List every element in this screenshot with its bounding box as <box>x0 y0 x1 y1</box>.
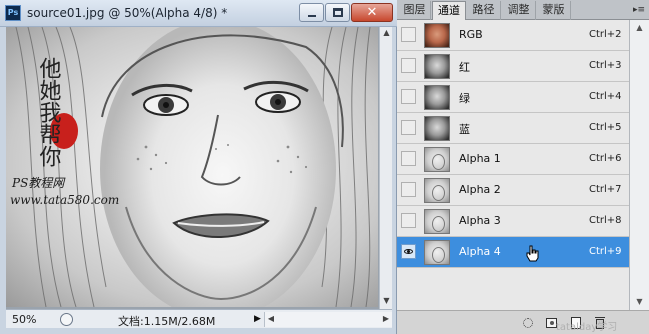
channel-row-green[interactable]: 绿 Ctrl+4 <box>397 82 629 113</box>
status-menu-arrow[interactable]: ▶ <box>254 313 262 325</box>
load-selection-button[interactable] <box>521 316 535 330</box>
channel-row-rgb[interactable]: RGB Ctrl+2 <box>397 20 629 51</box>
channel-name: 红 <box>459 61 470 74</box>
channel-name: Alpha 4 <box>459 245 501 258</box>
document-info: 文档:1.15M/2.68M <box>118 315 216 328</box>
scroll-down-arrow[interactable]: ▼ <box>381 295 392 307</box>
channel-row-red[interactable]: 红 Ctrl+3 <box>397 51 629 82</box>
watermark-url: www.tata580.com <box>10 193 119 207</box>
channel-thumbnail <box>424 209 450 234</box>
maximize-icon <box>333 8 343 17</box>
load-selection-icon <box>523 318 533 328</box>
channel-thumbnail <box>424 85 450 110</box>
minimize-icon <box>308 15 316 17</box>
channel-name: Alpha 1 <box>459 152 501 165</box>
photoshop-icon: Ps <box>5 5 21 21</box>
visibility-toggle[interactable] <box>401 58 416 73</box>
visibility-toggle[interactable] <box>401 27 416 42</box>
channel-shortcut: Ctrl+9 <box>589 246 622 257</box>
tab-channels[interactable]: 通道 <box>432 1 466 21</box>
document-window: Ps source01.jpg @ 50%(Alpha 4/8) * ✕ 他她我… <box>0 0 397 334</box>
panel-tabs: 图层 通道 路径 调整 蒙版 ▸≡ <box>397 0 649 21</box>
panel-scroll-down-arrow[interactable]: ▼ <box>634 296 645 308</box>
zoom-level[interactable]: 50% <box>12 313 52 326</box>
eye-icon <box>404 249 413 254</box>
panel-scrollbar[interactable]: ▲ ▼ <box>629 20 649 310</box>
channel-list: RGB Ctrl+2 红 Ctrl+3 绿 Ctrl+4 蓝 Ctrl+5 Al… <box>397 20 629 310</box>
channel-shortcut: Ctrl+7 <box>589 184 622 195</box>
visibility-toggle[interactable] <box>401 244 416 259</box>
close-icon: ✕ <box>366 5 378 20</box>
channel-shortcut: Ctrl+2 <box>589 29 622 40</box>
document-titlebar[interactable]: Ps source01.jpg @ 50%(Alpha 4/8) * ✕ <box>0 0 397 27</box>
channel-shortcut: Ctrl+6 <box>589 153 622 164</box>
channel-name: RGB <box>459 28 483 41</box>
status-bar: 50% 文档:1.15M/2.68M ▶ ◀ ▶ <box>6 309 392 328</box>
channel-thumbnail <box>424 178 450 203</box>
scroll-right-arrow[interactable]: ▶ <box>380 313 392 325</box>
close-button[interactable]: ✕ <box>351 3 393 22</box>
channel-thumbnail <box>424 240 450 265</box>
channel-name: Alpha 3 <box>459 214 501 227</box>
channels-panel: 图层 通道 路径 调整 蒙版 ▸≡ RGB Ctrl+2 红 Ctrl+3 绿 … <box>397 0 649 334</box>
hand-cursor-icon <box>526 245 539 262</box>
maximize-button[interactable] <box>325 3 350 22</box>
visibility-toggle[interactable] <box>401 213 416 228</box>
visibility-toggle[interactable] <box>401 151 416 166</box>
channel-thumbnail <box>424 54 450 79</box>
panel-scroll-up-arrow[interactable]: ▲ <box>634 22 645 34</box>
channel-thumbnail <box>424 23 450 48</box>
visibility-toggle[interactable] <box>401 182 416 197</box>
watermark-site: PS教程网 <box>11 176 66 190</box>
channel-shortcut: Ctrl+5 <box>589 122 622 133</box>
channel-shortcut: Ctrl+8 <box>589 215 622 226</box>
canvas-area[interactable]: 他她我帮你 PS教程网 www.tata580.com ▲ ▼ <box>6 27 392 309</box>
scroll-up-arrow[interactable]: ▲ <box>381 27 392 39</box>
visibility-toggle[interactable] <box>401 120 416 135</box>
tab-layers[interactable]: 图层 <box>399 1 431 20</box>
tab-masks[interactable]: 蒙版 <box>537 1 571 20</box>
corner-watermark: tatalday学习 <box>556 322 618 333</box>
channel-shortcut: Ctrl+3 <box>589 60 622 71</box>
channel-row-alpha-4[interactable]: Alpha 4 Ctrl+9 <box>397 237 629 268</box>
channel-name: 蓝 <box>459 123 470 136</box>
vertical-scrollbar[interactable]: ▲ ▼ <box>379 27 392 309</box>
channel-name: 绿 <box>459 92 470 105</box>
channel-row-alpha-1[interactable]: Alpha 1 Ctrl+6 <box>397 144 629 175</box>
horizontal-scrollbar[interactable]: ◀ ▶ <box>264 312 392 327</box>
watermark-calligraphy: 他她我帮你 <box>36 57 62 167</box>
zoom-icon[interactable] <box>60 313 73 326</box>
channel-row-alpha-3[interactable]: Alpha 3 Ctrl+8 <box>397 206 629 237</box>
panel-menu-icon[interactable]: ▸≡ <box>633 4 645 16</box>
alpha-channel-portrait: 他她我帮你 PS教程网 www.tata580.com <box>10 27 371 307</box>
visibility-toggle[interactable] <box>401 89 416 104</box>
scroll-left-arrow[interactable]: ◀ <box>265 313 277 325</box>
channel-thumbnail <box>424 116 450 141</box>
channel-row-blue[interactable]: 蓝 Ctrl+5 <box>397 113 629 144</box>
document-title: source01.jpg @ 50%(Alpha 4/8) * <box>27 6 228 20</box>
channel-shortcut: Ctrl+4 <box>589 91 622 102</box>
tab-adjustments[interactable]: 调整 <box>502 1 536 20</box>
channel-thumbnail <box>424 147 450 172</box>
minimize-button[interactable] <box>299 3 324 22</box>
channel-row-alpha-2[interactable]: Alpha 2 Ctrl+7 <box>397 175 629 206</box>
document-canvas[interactable]: 他她我帮你 PS教程网 www.tata580.com <box>6 27 378 307</box>
tab-paths[interactable]: 路径 <box>467 1 501 20</box>
channel-name: Alpha 2 <box>459 183 501 196</box>
